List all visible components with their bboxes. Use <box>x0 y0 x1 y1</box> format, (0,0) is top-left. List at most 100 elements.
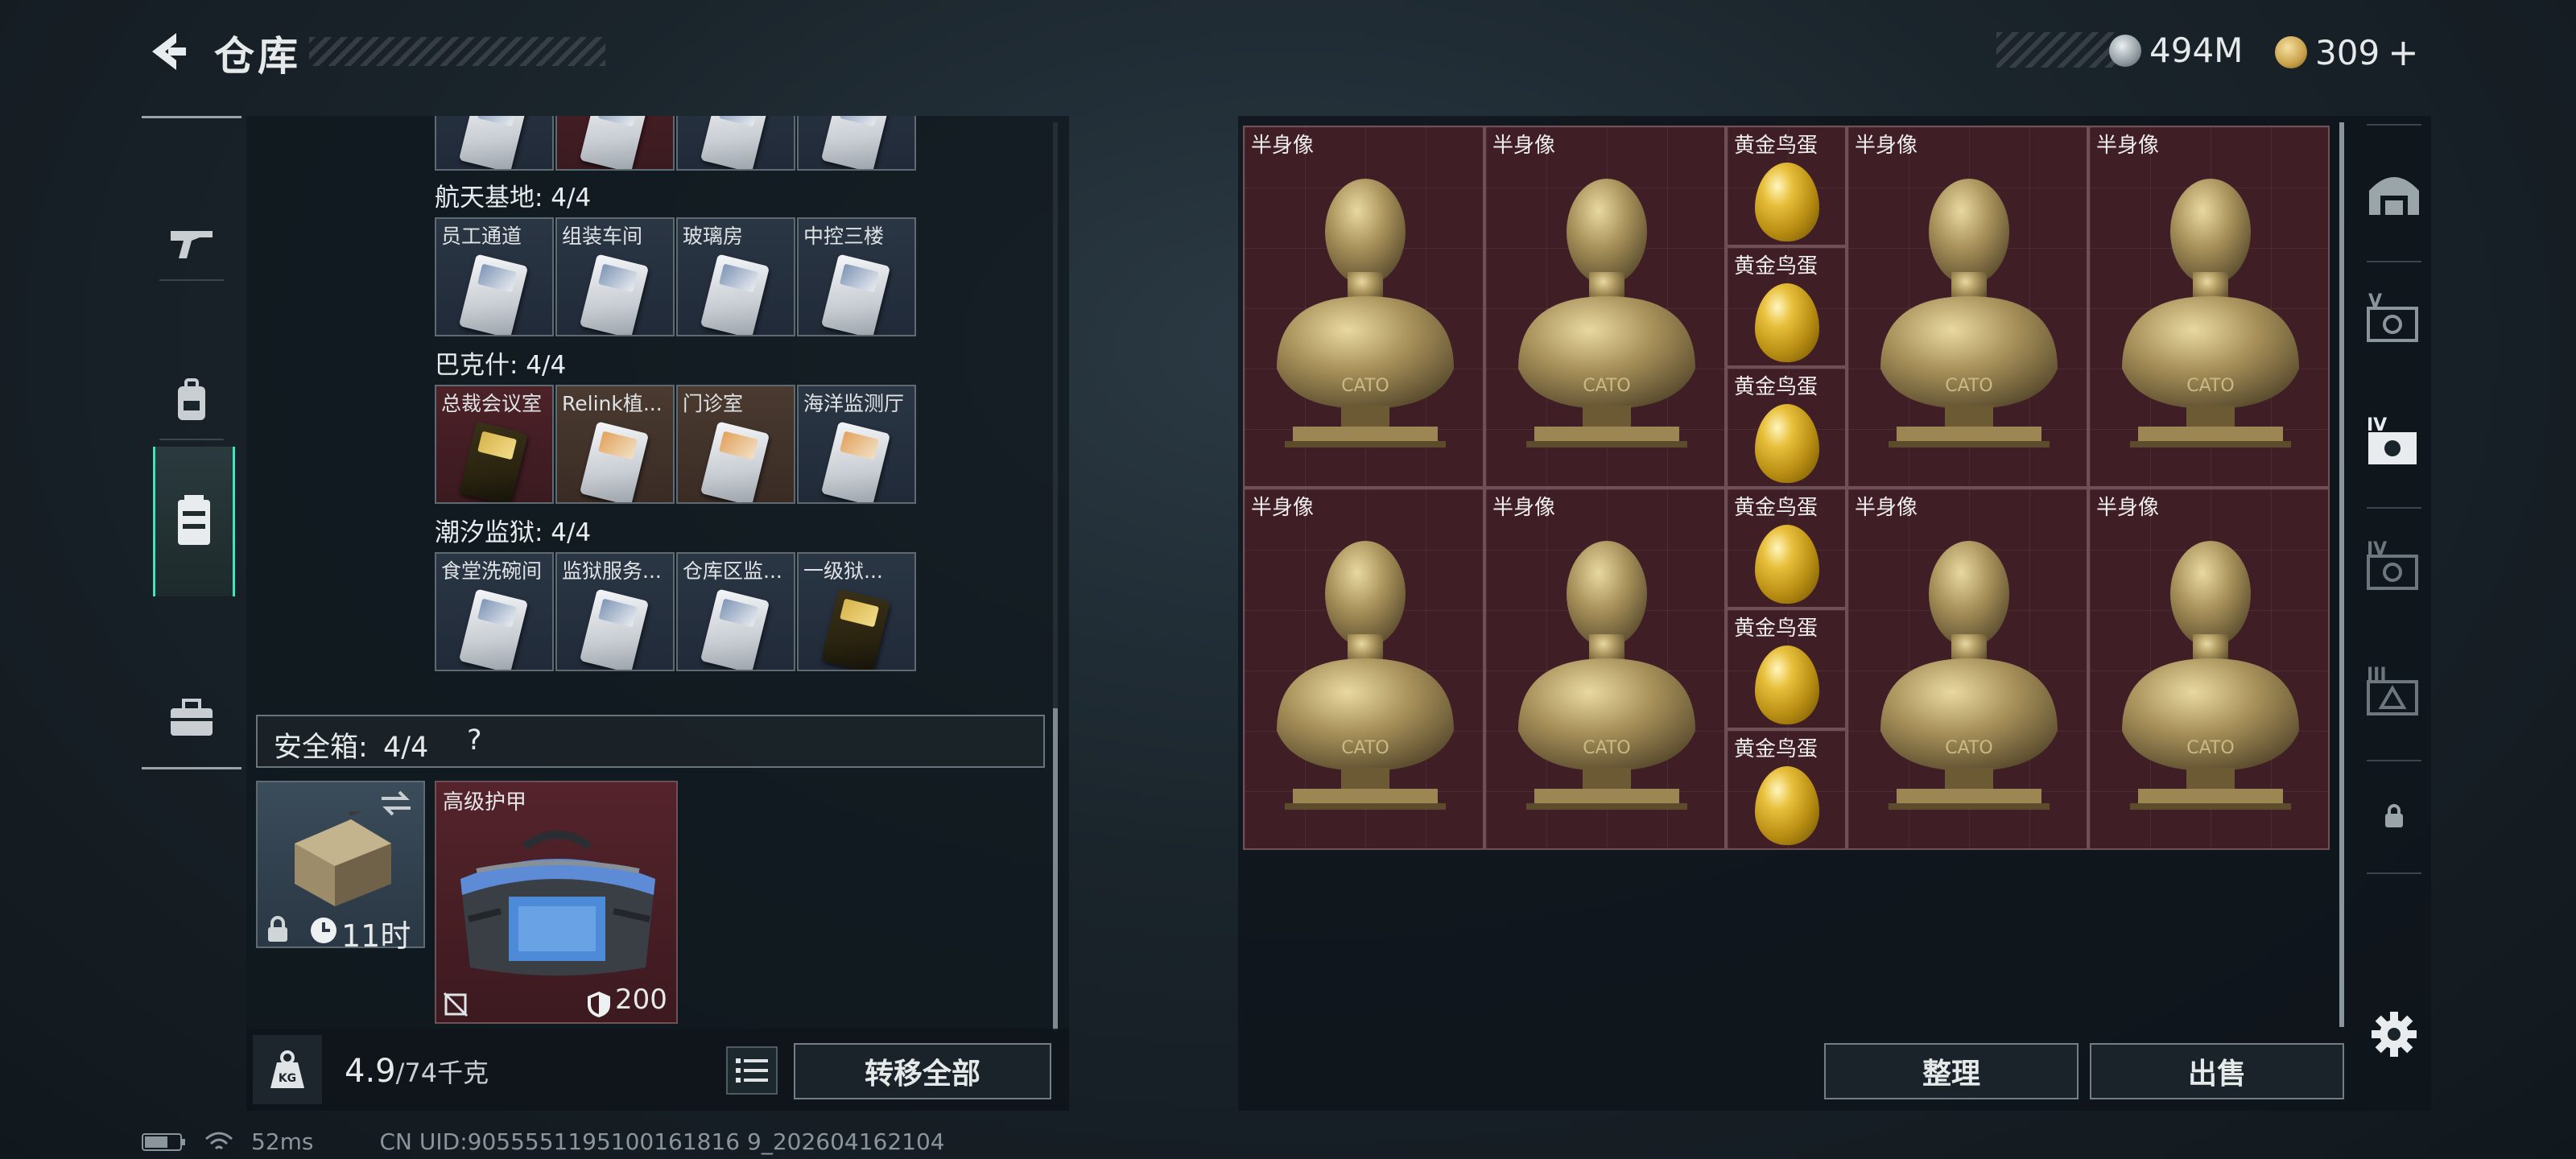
transfer-all-button[interactable]: 转移全部 <box>794 1043 1051 1099</box>
keycard-slot[interactable]: Relink植... <box>555 385 675 504</box>
stash-tab-v[interactable]: V <box>2357 258 2431 378</box>
keycard-slot[interactable]: 总裁会议室 <box>435 385 554 504</box>
stash-tab-iii[interactable]: III <box>2357 631 2431 752</box>
bust-statue-item[interactable]: 半身像 CATO <box>1847 488 2088 850</box>
stash-tab-locked[interactable] <box>2357 768 2431 864</box>
sell-button[interactable]: 出售 <box>2090 1043 2344 1099</box>
keycard-slot[interactable]: 门诊室 <box>676 385 795 504</box>
nav-toolbox[interactable] <box>142 641 242 794</box>
slot-label: 一级狱... <box>803 559 883 583</box>
item-label: 黄金鸟蛋 <box>1734 254 1818 278</box>
weight-current: 4.9 <box>345 1053 396 1090</box>
silver-currency: 494M <box>2109 31 2243 70</box>
bust-statue-item[interactable]: 半身像 CATO <box>1243 488 1484 850</box>
bust-statue-item[interactable]: 半身像 CATO <box>2088 488 2330 850</box>
nav-weapons[interactable] <box>142 167 242 320</box>
bust-inscription: CATO <box>2186 376 2234 396</box>
keycard-slot[interactable]: 仓库区监... <box>676 552 795 671</box>
item-label: 黄金鸟蛋 <box>1734 737 1818 761</box>
stash-tab-iv[interactable]: IV <box>2357 505 2431 626</box>
nav-armor-vest[interactable] <box>153 447 235 596</box>
bust-statue-item[interactable]: 半身像 CATO <box>1484 126 1726 488</box>
bust-statue-icon: CATO <box>1277 541 1454 810</box>
item-label: 黄金鸟蛋 <box>1734 617 1818 641</box>
back-arrow-icon <box>152 33 186 70</box>
settings-button[interactable] <box>2357 990 2431 1079</box>
safe-box-label: 安全箱: 4/4 <box>274 724 428 765</box>
armor-item-slot[interactable]: 高级护甲 200 <box>435 781 678 1024</box>
gear-icon <box>2372 1012 2417 1057</box>
keycard-slot[interactable]: 海洋监测厅 <box>797 385 916 504</box>
organize-button[interactable]: 整理 <box>1824 1043 2079 1099</box>
safe-box-slot[interactable]: 11时 <box>256 781 425 954</box>
bust-inscription: CATO <box>1945 738 1992 758</box>
stash-tab-home[interactable] <box>2357 132 2431 253</box>
item-label: 半身像 <box>1251 134 1315 158</box>
tier-v-safe-icon: V <box>2367 292 2418 342</box>
left-category-nav <box>142 116 242 769</box>
keycard-icon <box>700 254 770 335</box>
keycard-slot[interactable]: 员工通道 <box>435 217 554 336</box>
tier-iii-safe-icon: III <box>2367 666 2418 716</box>
weight-icon-box: KG <box>253 1035 322 1104</box>
bust-statue-icon: CATO <box>1518 179 1695 448</box>
weight-icon: KG <box>270 1050 304 1088</box>
keycard-slot[interactable]: 食堂洗碗间 <box>435 552 554 671</box>
gold-amount: 309 <box>2315 32 2380 72</box>
page-title: 仓库 <box>214 33 301 80</box>
item-slot-cropped[interactable] <box>676 116 795 171</box>
stash-scrollbar[interactable] <box>2339 122 2344 1027</box>
safe-box-timer: 11时 <box>341 918 411 954</box>
durability-shield-icon <box>588 992 610 1017</box>
bust-statue-icon: CATO <box>2122 541 2299 810</box>
weight-unit-text: KG <box>279 1072 296 1085</box>
category-label: 航天基地: 4/4 <box>435 184 592 212</box>
golden-egg-icon <box>1755 283 1819 362</box>
keycard-slot[interactable]: 玻璃房 <box>676 217 795 336</box>
add-currency-button[interactable]: + <box>2388 31 2419 74</box>
item-slot-cropped[interactable] <box>555 116 675 171</box>
golden-egg-item[interactable]: 黄金鸟蛋 <box>1726 729 1847 850</box>
safe-box-help-button[interactable]: ? <box>467 724 482 757</box>
item-label: 半身像 <box>1855 496 1918 520</box>
wifi-icon <box>205 1132 233 1149</box>
item-label: 半身像 <box>1855 134 1918 158</box>
inventory-scroll-thumb[interactable] <box>1053 708 1058 1030</box>
keycard-slot[interactable]: 一级狱... <box>797 552 916 671</box>
item-label: 黄金鸟蛋 <box>1734 496 1818 520</box>
armor-vest-icon <box>178 495 210 545</box>
stash-grid[interactable]: 半身像 CATO 半身像 CATO 黄金鸟蛋 黄金鸟蛋 黄金鸟蛋 半身像 CATO 半身像 CATO… <box>1243 126 2331 852</box>
list-view-button[interactable] <box>726 1046 778 1095</box>
golden-egg-item[interactable]: 黄金鸟蛋 <box>1726 246 1847 367</box>
keycard-icon <box>579 254 650 335</box>
golden-egg-item[interactable]: 黄金鸟蛋 <box>1726 367 1847 488</box>
keycard-icon <box>820 254 891 335</box>
keycard-icon <box>700 588 770 670</box>
bust-statue-item[interactable]: 半身像 CATO <box>1243 126 1484 488</box>
golden-egg-item[interactable]: 黄金鸟蛋 <box>1726 608 1847 729</box>
clock-icon <box>311 918 336 943</box>
keycard-slot[interactable]: 组装车间 <box>555 217 675 336</box>
backpack-icon <box>178 378 205 420</box>
golden-egg-item[interactable]: 黄金鸟蛋 <box>1726 126 1847 246</box>
golden-egg-item[interactable]: 黄金鸟蛋 <box>1726 488 1847 608</box>
item-slot-cropped[interactable] <box>435 116 554 171</box>
bust-statue-item[interactable]: 半身像 CATO <box>1484 488 1726 850</box>
safe-box-count: 4/4 <box>382 732 429 764</box>
bust-statue-icon: CATO <box>1277 179 1454 448</box>
bust-statue-item[interactable]: 半身像 CATO <box>2088 126 2330 488</box>
keycard-slot[interactable]: 监狱服务... <box>555 552 675 671</box>
safe-box-title: 安全箱: <box>274 732 368 764</box>
bust-statue-item[interactable]: 半身像 CATO <box>1847 126 2088 488</box>
item-slot-cropped[interactable] <box>797 116 916 171</box>
lock-icon <box>268 916 287 942</box>
slot-label: Relink植... <box>562 392 663 415</box>
gold-currency: 309 + <box>2275 31 2419 74</box>
stash-tab-iv-active[interactable]: IV <box>2357 382 2431 502</box>
keycard-icon <box>458 421 529 502</box>
keycard-slot[interactable]: 中控三楼 <box>797 217 916 336</box>
back-button[interactable] <box>142 27 190 76</box>
bust-inscription: CATO <box>1945 376 1992 396</box>
gold-coin-icon <box>2275 36 2307 68</box>
tier-label: IV <box>2367 540 2387 559</box>
